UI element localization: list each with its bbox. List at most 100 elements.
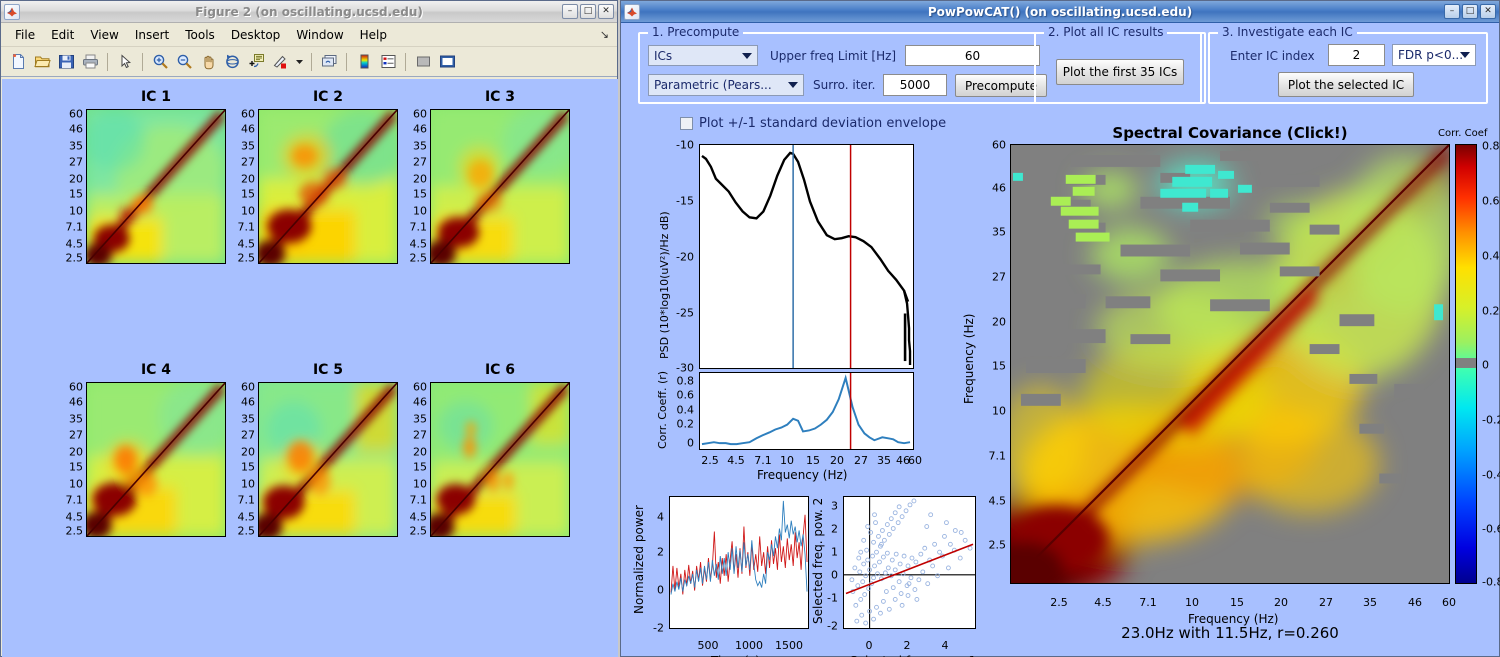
- open-file-icon[interactable]: [31, 51, 53, 73]
- minimize-icon[interactable]: –: [1444, 4, 1460, 19]
- print-figure-icon[interactable]: [79, 51, 101, 73]
- ic-index-input[interactable]: 2: [1328, 44, 1385, 66]
- ic-covariance-heatmap[interactable]: [430, 382, 570, 537]
- menu-tools[interactable]: Tools: [177, 26, 223, 44]
- ytick: 15: [69, 187, 83, 201]
- zoom-in-icon[interactable]: [149, 51, 171, 73]
- plot-selected-ic-button[interactable]: Plot the selected IC: [1278, 72, 1414, 97]
- figure-window: Figure 2 (on oscillating.ucsd.edu) – □ ✕…: [0, 0, 618, 657]
- corr-ytick: 0.6: [676, 388, 695, 402]
- figure-window-titlebar[interactable]: Figure 2 (on oscillating.ucsd.edu) – □ ✕: [1, 1, 617, 23]
- psd-plot[interactable]: [699, 144, 914, 369]
- ic-plot-3[interactable]: IC 3 60 46 35 27 20 15 10 7.1 4.5 2.5: [410, 89, 570, 264]
- corr-coeff-plot[interactable]: [699, 372, 914, 450]
- figure-canvas[interactable]: IC 1 60 46 35 27 20 15 10 7.1 4.5 2.5 IC…: [2, 79, 618, 657]
- timecourse-traces: [670, 500, 808, 595]
- upper-freq-label: Upper freq Limit [Hz]: [770, 49, 897, 63]
- toolbar-separator: [346, 52, 347, 71]
- chevron-down-icon: [1460, 52, 1470, 58]
- correlation-method-dropdown[interactable]: Parametric (Pears...: [648, 74, 804, 96]
- chevron-down-icon: [742, 52, 752, 59]
- upper-freq-input[interactable]: 60: [905, 45, 1040, 66]
- ytick: 15: [413, 460, 427, 474]
- show-plot-tools-icon[interactable]: [436, 51, 458, 73]
- menu-window[interactable]: Window: [288, 26, 351, 44]
- corr-ytick: 0.2: [676, 417, 695, 431]
- map-ytick: 4.5: [988, 494, 1007, 508]
- ic-covariance-heatmap[interactable]: [86, 382, 226, 537]
- ytick: 27: [413, 155, 427, 169]
- powpowcat-titlebar[interactable]: PowPowCAT() (on oscillating.ucsd.edu) – …: [621, 1, 1499, 23]
- ytick: 2.5: [409, 251, 428, 265]
- menu-desktop[interactable]: Desktop: [223, 26, 289, 44]
- pointer-icon[interactable]: [114, 51, 136, 73]
- significance-dropdown[interactable]: FDR p<0...: [1392, 44, 1476, 66]
- brush-dropdown-icon[interactable]: [293, 51, 305, 73]
- brush-icon[interactable]: [269, 51, 291, 73]
- envelope-checkbox-label: Plot +/-1 standard deviation envelope: [699, 116, 947, 131]
- ytick: 27: [69, 155, 83, 169]
- menu-help[interactable]: Help: [352, 26, 395, 44]
- ic-covariance-heatmap[interactable]: [86, 109, 226, 264]
- close-icon[interactable]: ✕: [598, 4, 614, 19]
- data-cursor-icon[interactable]: [245, 51, 267, 73]
- hide-plot-tools-icon[interactable]: [412, 51, 434, 73]
- menu-edit[interactable]: Edit: [43, 26, 82, 44]
- ytick: 60: [241, 380, 255, 394]
- chevron-down-icon: [788, 82, 798, 88]
- powpowcat-window-buttons: – □ ✕: [1444, 4, 1496, 19]
- ic-covariance-heatmap[interactable]: [258, 109, 398, 264]
- ytick: 27: [241, 155, 255, 169]
- figure-menubar: File Edit View Insert Tools Desktop Wind…: [1, 23, 617, 47]
- save-figure-icon[interactable]: [55, 51, 77, 73]
- toolbar-separator: [311, 52, 312, 71]
- pan-icon[interactable]: [197, 51, 219, 73]
- menu-file[interactable]: File: [7, 26, 43, 44]
- close-icon[interactable]: ✕: [1480, 4, 1496, 19]
- colorbar-icon[interactable]: [353, 51, 375, 73]
- scatter-plot[interactable]: [843, 496, 976, 629]
- map-xtick: 4.5: [1094, 596, 1112, 609]
- ytick: 15: [241, 187, 255, 201]
- maximize-icon[interactable]: □: [580, 4, 596, 19]
- new-figure-icon[interactable]: [7, 51, 29, 73]
- ic-covariance-heatmap[interactable]: [258, 382, 398, 537]
- data-type-dropdown[interactable]: ICs: [648, 45, 758, 66]
- ic-plot-1[interactable]: IC 1 60 46 35 27 20 15 10 7.1 4.5 2.5: [66, 89, 226, 264]
- envelope-checkbox-row[interactable]: Plot +/-1 standard deviation envelope: [680, 116, 946, 131]
- surrogate-iterations-input[interactable]: 5000: [883, 74, 947, 96]
- menubar-resize-grip[interactable]: ↘: [600, 28, 609, 41]
- map-ytick: 10: [992, 404, 1006, 418]
- minimize-icon[interactable]: –: [562, 4, 578, 19]
- ytick: 7.1: [65, 220, 84, 234]
- ytick: 7.1: [237, 220, 256, 234]
- zoom-out-icon[interactable]: [173, 51, 195, 73]
- ic-covariance-heatmap[interactable]: [430, 109, 570, 264]
- ytick: 10: [241, 477, 255, 491]
- map-xtick: 15: [1230, 596, 1244, 609]
- psd-curve: [701, 145, 912, 368]
- ic-plot-title: IC 4: [140, 362, 172, 378]
- corr-ytick: 0: [687, 436, 694, 450]
- ic-plot-2[interactable]: IC 2 60 46 35 27 20 15 10 7.1 4.5 2.5: [238, 89, 398, 264]
- rotate-3d-icon[interactable]: [221, 51, 243, 73]
- ic-plot-4[interactable]: IC 4 60 46 35 27 20 15 10 7.1 4.5 2.5: [66, 362, 226, 537]
- investigate-ic-panel-title: 3. Investigate each IC: [1218, 25, 1357, 39]
- envelope-checkbox[interactable]: [680, 117, 693, 130]
- ic-plot-6[interactable]: IC 6 60 46 35 27 20 15 10 7.1 4.5 2.5: [410, 362, 570, 537]
- ytick: 10: [413, 204, 427, 218]
- legend-icon[interactable]: [377, 51, 399, 73]
- colorbar-tick: 0: [1482, 358, 1489, 372]
- ic-plot-5[interactable]: IC 5 60 46 35 27 20 15 10 7.1 4.5 2.5: [238, 362, 398, 537]
- plot-first-35-ics-button[interactable]: Plot the first 35 ICs: [1056, 59, 1184, 85]
- link-plot-icon[interactable]: [318, 51, 340, 73]
- ic-y-axis-ticks: 60 46 35 27 20 15 10 7.1 4.5 2.5: [397, 107, 428, 265]
- ic-y-axis-ticks: 60 46 35 27 20 15 10 7.1 4.5 2.5: [53, 380, 84, 537]
- timecourse-plot[interactable]: [669, 496, 809, 629]
- menu-insert[interactable]: Insert: [127, 26, 177, 44]
- menu-view[interactable]: View: [82, 26, 126, 44]
- maximize-icon[interactable]: □: [1462, 4, 1478, 19]
- surrogate-iterations-label: Surro. iter.: [813, 78, 876, 92]
- spectral-covariance-map[interactable]: [1010, 144, 1450, 584]
- spectral-covariance-heatmap[interactable]: [1011, 145, 1449, 583]
